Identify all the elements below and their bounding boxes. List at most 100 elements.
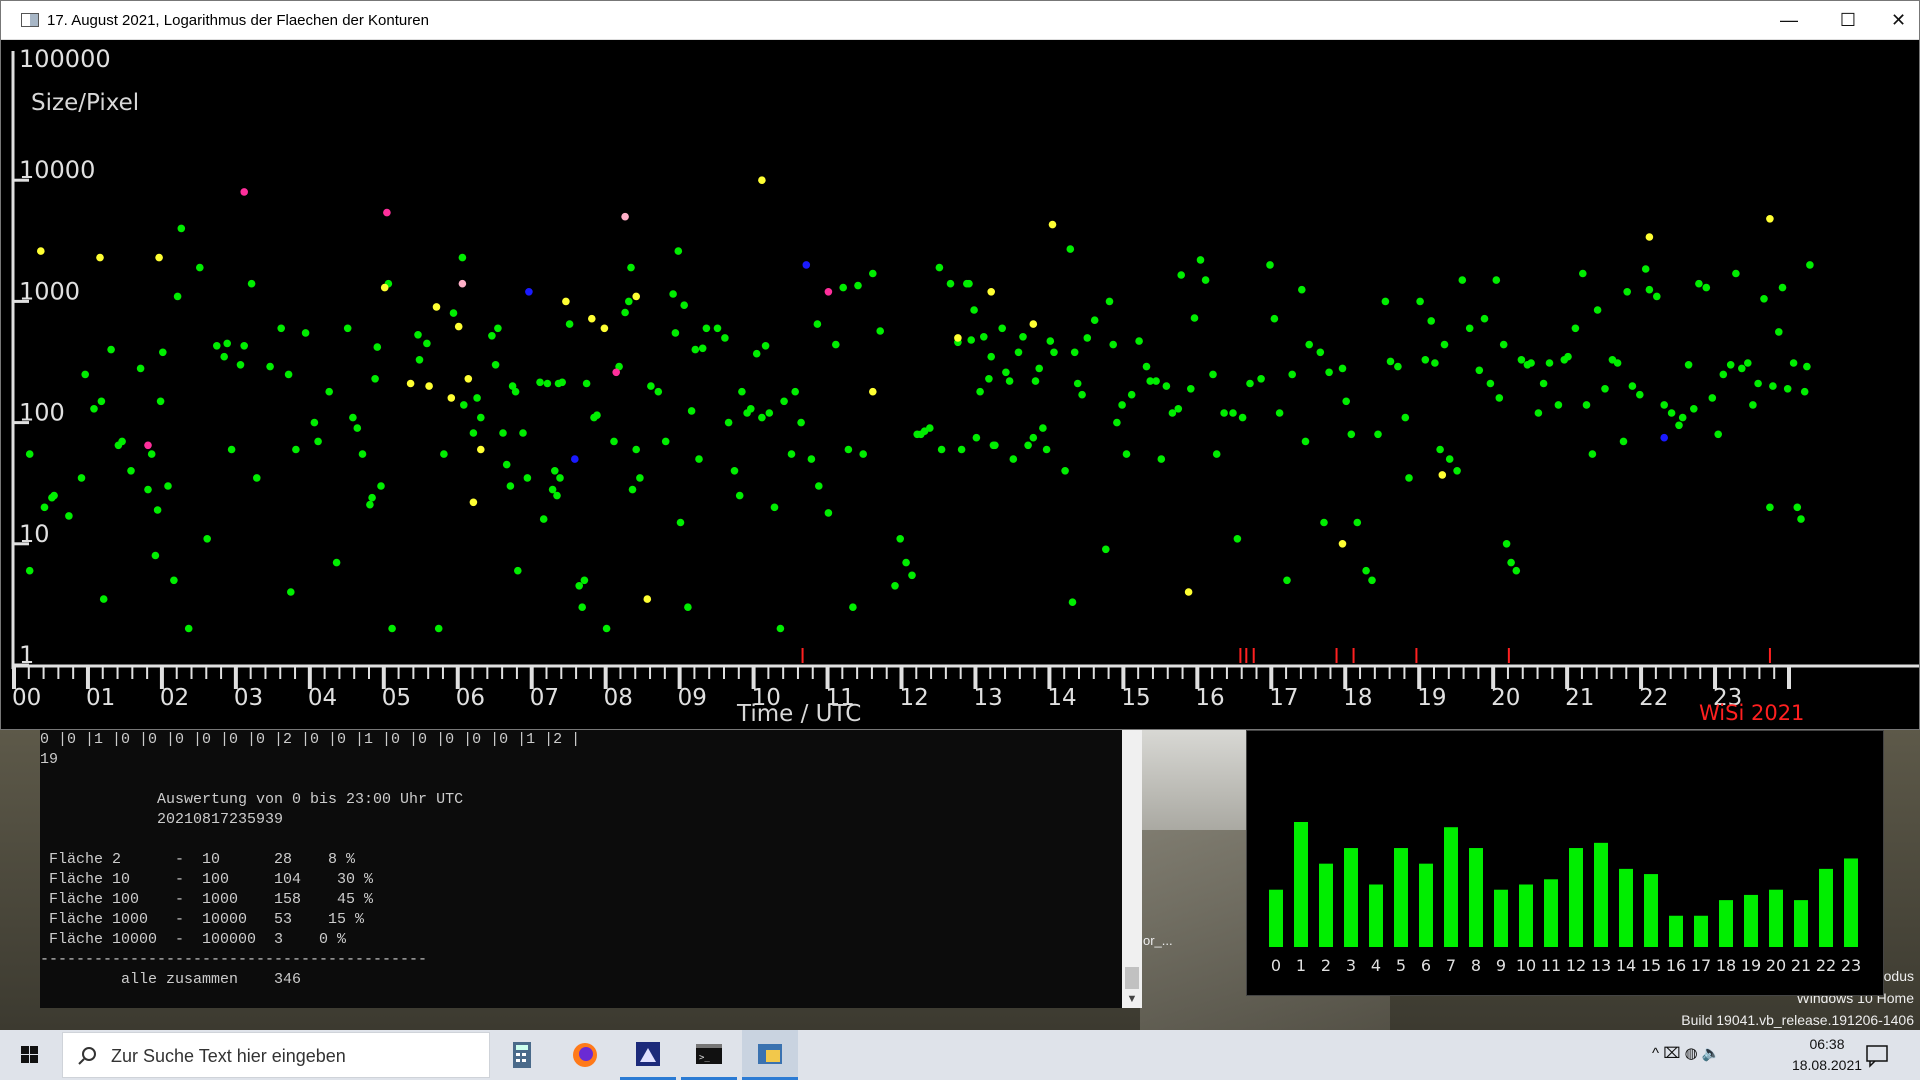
minimize-button[interactable]: — xyxy=(1760,1,1818,40)
data-point-green xyxy=(1283,576,1291,585)
data-point-yellow xyxy=(1048,220,1057,229)
image-app-button[interactable] xyxy=(620,1030,676,1080)
data-point-pink xyxy=(458,279,467,288)
plot-window[interactable]: 17. August 2021, Logarithmus der Flaeche… xyxy=(0,0,1920,730)
data-point-green xyxy=(1127,390,1136,399)
histogram-bar xyxy=(1844,858,1858,947)
data-point-yellow xyxy=(380,283,389,292)
data-point-green xyxy=(236,361,245,369)
data-point-green xyxy=(556,474,564,482)
data-point-green xyxy=(170,576,178,585)
data-point-green xyxy=(1803,362,1811,371)
firefox-app-button[interactable] xyxy=(557,1030,613,1080)
data-point-green xyxy=(1229,409,1237,417)
data-point-green xyxy=(25,450,34,458)
data-point-green xyxy=(81,370,89,379)
data-point-green xyxy=(621,308,629,317)
data-point-yellow xyxy=(1438,471,1447,479)
start-button[interactable] xyxy=(0,1030,62,1080)
histogram-bar xyxy=(1444,827,1458,947)
data-point-green xyxy=(1386,357,1395,366)
data-point-green xyxy=(1499,340,1508,349)
data-point-green xyxy=(946,279,955,288)
histogram-label: 7 xyxy=(1446,956,1456,975)
histogram-label: 3 xyxy=(1346,956,1356,975)
data-point-green xyxy=(602,624,611,633)
data-point-green xyxy=(676,518,685,527)
data-point-green xyxy=(502,460,511,469)
histogram-bar xyxy=(1394,848,1408,947)
data-point-green xyxy=(787,450,796,458)
x-tick-label: 20 xyxy=(1491,685,1520,711)
histogram-bar xyxy=(1694,915,1708,947)
data-point-green xyxy=(292,445,300,454)
x-tick-label: 08 xyxy=(604,685,633,711)
data-point-green xyxy=(1405,474,1413,482)
calculator-app-button[interactable] xyxy=(494,1030,550,1080)
maximize-button[interactable]: ☐ xyxy=(1819,1,1877,40)
data-point-green xyxy=(1135,337,1143,345)
console-window[interactable]: 0 |0 |1 |0 |0 |0 |0 |0 |0 |2 |0 |0 |1 |0… xyxy=(40,730,1142,1008)
scatter-plot: 100000100001000100101 00 01 02 03 04 05 06 07 08… xyxy=(11,45,1919,727)
python-app-button[interactable] xyxy=(742,1030,798,1080)
histogram-bar xyxy=(1794,900,1808,947)
data-point-magenta xyxy=(240,188,248,196)
data-point-green xyxy=(1539,379,1548,388)
data-point-green xyxy=(1002,368,1010,377)
data-point-green xyxy=(935,263,944,272)
action-center-icon[interactable] xyxy=(1864,1042,1890,1073)
data-point-green xyxy=(536,378,544,387)
terminal-app-button[interactable]: >_ xyxy=(681,1030,737,1080)
system-tray-icons[interactable]: ^ ⌧ ◍ 🔈 xyxy=(1652,1044,1721,1062)
data-point-yellow xyxy=(1766,215,1774,223)
data-point-green xyxy=(343,324,352,333)
data-point-green xyxy=(415,356,424,364)
data-point-green xyxy=(849,603,857,611)
data-point-green xyxy=(40,503,49,512)
search-box[interactable]: Zur Suche Text hier eingeben xyxy=(62,1032,490,1078)
data-point-green xyxy=(632,445,640,454)
scrollbar-thumb[interactable] xyxy=(1125,967,1139,989)
data-point-green xyxy=(558,378,566,387)
data-point-green xyxy=(1601,385,1609,393)
data-point-green xyxy=(1238,413,1247,422)
histogram-label: 12 xyxy=(1566,956,1586,975)
data-point-green xyxy=(1593,306,1602,314)
scroll-down-arrow-icon[interactable]: ▼ xyxy=(1122,990,1142,1008)
data-point-green xyxy=(1029,433,1038,442)
data-point-green xyxy=(1316,348,1325,357)
console-scrollbar[interactable]: ▼ xyxy=(1122,730,1142,1008)
data-point-green xyxy=(1381,297,1390,306)
window-titlebar[interactable]: 17. August 2021, Logarithmus der Flaeche… xyxy=(1,1,1919,40)
data-point-green xyxy=(1394,362,1402,371)
data-point-green xyxy=(1534,409,1543,417)
data-point-green xyxy=(1453,467,1461,475)
data-point-green xyxy=(1105,297,1114,306)
console-output: 0 |0 |1 |0 |0 |0 |0 |0 |0 |2 |0 |0 |1 |0… xyxy=(40,731,581,988)
data-point-green xyxy=(1177,271,1185,279)
data-point-green xyxy=(1678,413,1687,422)
data-point-green xyxy=(1495,394,1504,402)
data-point-green xyxy=(1675,421,1683,430)
data-point-green xyxy=(1445,455,1454,463)
histogram-label: 6 xyxy=(1421,956,1431,975)
data-point-green xyxy=(1545,359,1554,367)
data-point-green xyxy=(765,409,774,417)
data-point-yellow xyxy=(155,253,163,262)
data-point-yellow xyxy=(758,176,766,184)
data-point-green xyxy=(610,437,618,446)
data-point-green xyxy=(730,467,739,475)
data-point-pink xyxy=(621,212,629,221)
data-point-green xyxy=(1719,370,1728,379)
data-point-magenta xyxy=(144,441,152,450)
histogram-bar xyxy=(1669,915,1683,947)
close-button[interactable]: ✕ xyxy=(1878,1,1919,40)
x-axis: 00 01 02 03 04 05 06 07 08 09 10 11 12 13 14 15 16 17 18 19… xyxy=(12,664,1919,711)
x-tick-label: 21 xyxy=(1565,685,1594,711)
data-point-green xyxy=(987,352,995,361)
clock-time[interactable]: 06:38 xyxy=(1782,1036,1872,1052)
x-tick-label: 02 xyxy=(160,685,189,711)
histogram-window[interactable]: 0 1 2 3 4 5 6 7 8 9 10 11 12 13 14 15 16 17 18 19 20 21 22 23 xyxy=(1246,730,1884,996)
clock-date[interactable]: 18.08.2021 xyxy=(1782,1057,1872,1073)
data-point-yellow xyxy=(432,303,441,311)
